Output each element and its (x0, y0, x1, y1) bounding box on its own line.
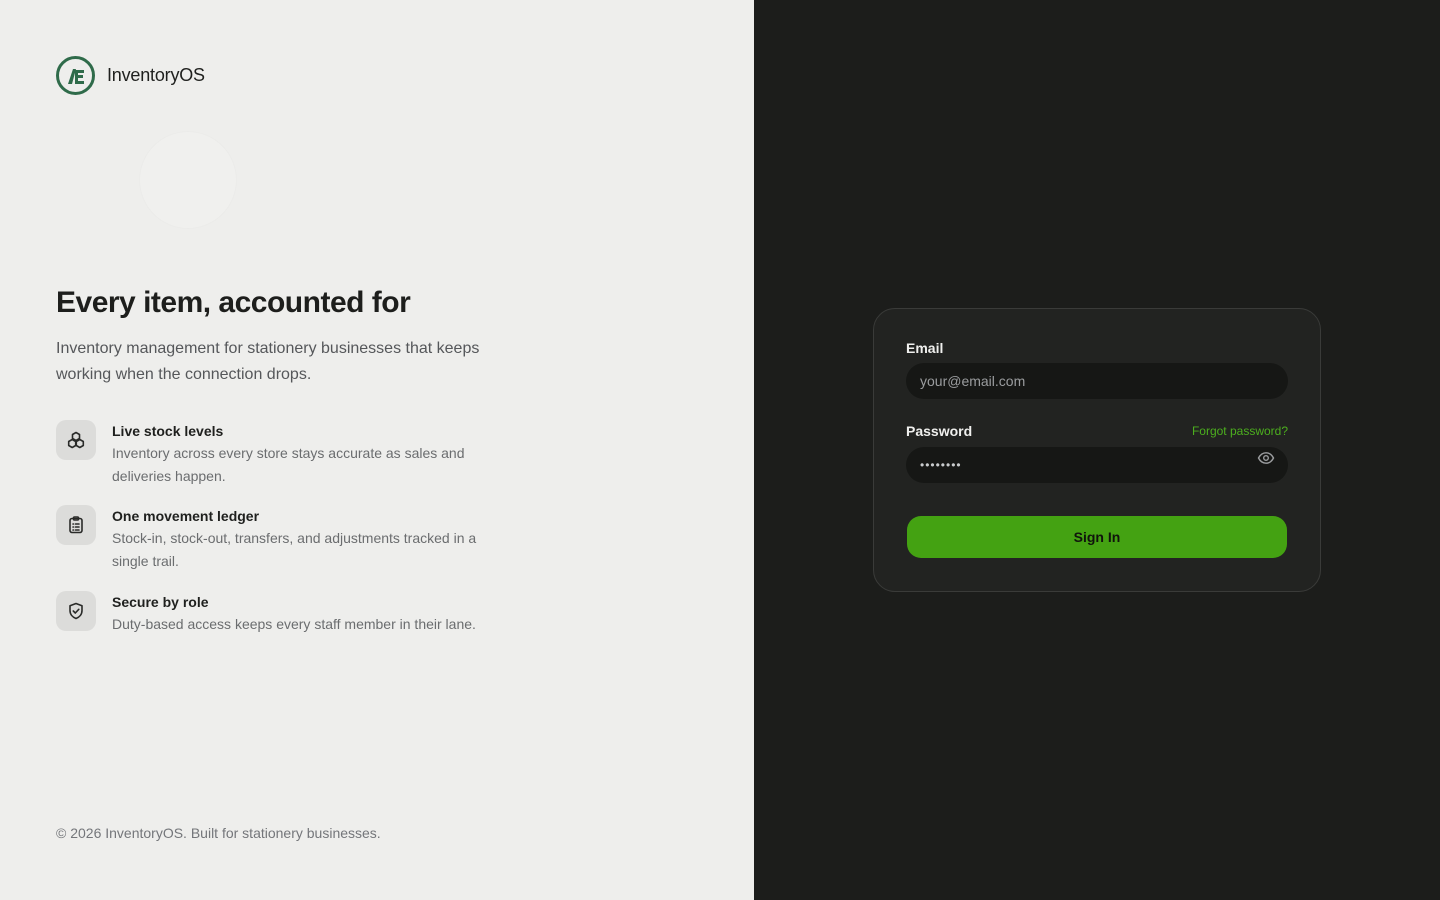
feature-title: One movement ledger (112, 508, 260, 524)
password-label: Password (906, 423, 973, 439)
shield-check-icon (56, 591, 96, 631)
brand-name: InventoryOS (107, 65, 205, 85)
hero-subtitle: Inventory management for stationery busi… (56, 340, 480, 383)
footer-copyright: © 2026 InventoryOS. Built for stationery… (56, 825, 381, 841)
email-input[interactable] (906, 363, 1288, 399)
login-form-card: Email Password Forgot password? Sign In (873, 308, 1321, 592)
feature-live-stock: Live stock levels Inventory across every… (56, 420, 502, 488)
marketing-panel: InventoryOS Every item, accounted for In… (0, 0, 754, 900)
feature-title: Live stock levels (112, 423, 224, 439)
feature-secure-by-role: Secure by role Duty-based access keeps e… (56, 591, 502, 636)
feature-description: Inventory across every store stays accur… (112, 445, 465, 484)
password-input[interactable] (906, 447, 1288, 483)
feature-title: Secure by role (112, 594, 209, 610)
feature-description: Stock-in, stock-out, transfers, and adju… (112, 530, 477, 569)
cubes-icon (56, 420, 96, 460)
hero-title: Every item, accounted for (56, 286, 411, 319)
feature-movement-ledger: One movement ledger Stock-in, stock-out,… (56, 505, 502, 573)
feature-description: Duty-based access keeps every staff memb… (112, 616, 476, 632)
inventory-logo-icon (56, 56, 95, 95)
brand: InventoryOS (56, 56, 205, 95)
clipboard-icon (56, 505, 96, 545)
email-label: Email (906, 340, 944, 356)
forgot-password-link[interactable]: Forgot password? (1192, 424, 1288, 438)
eye-icon[interactable] (1257, 451, 1275, 465)
decorative-circle (140, 132, 236, 228)
sign-in-button[interactable]: Sign In (907, 516, 1287, 558)
